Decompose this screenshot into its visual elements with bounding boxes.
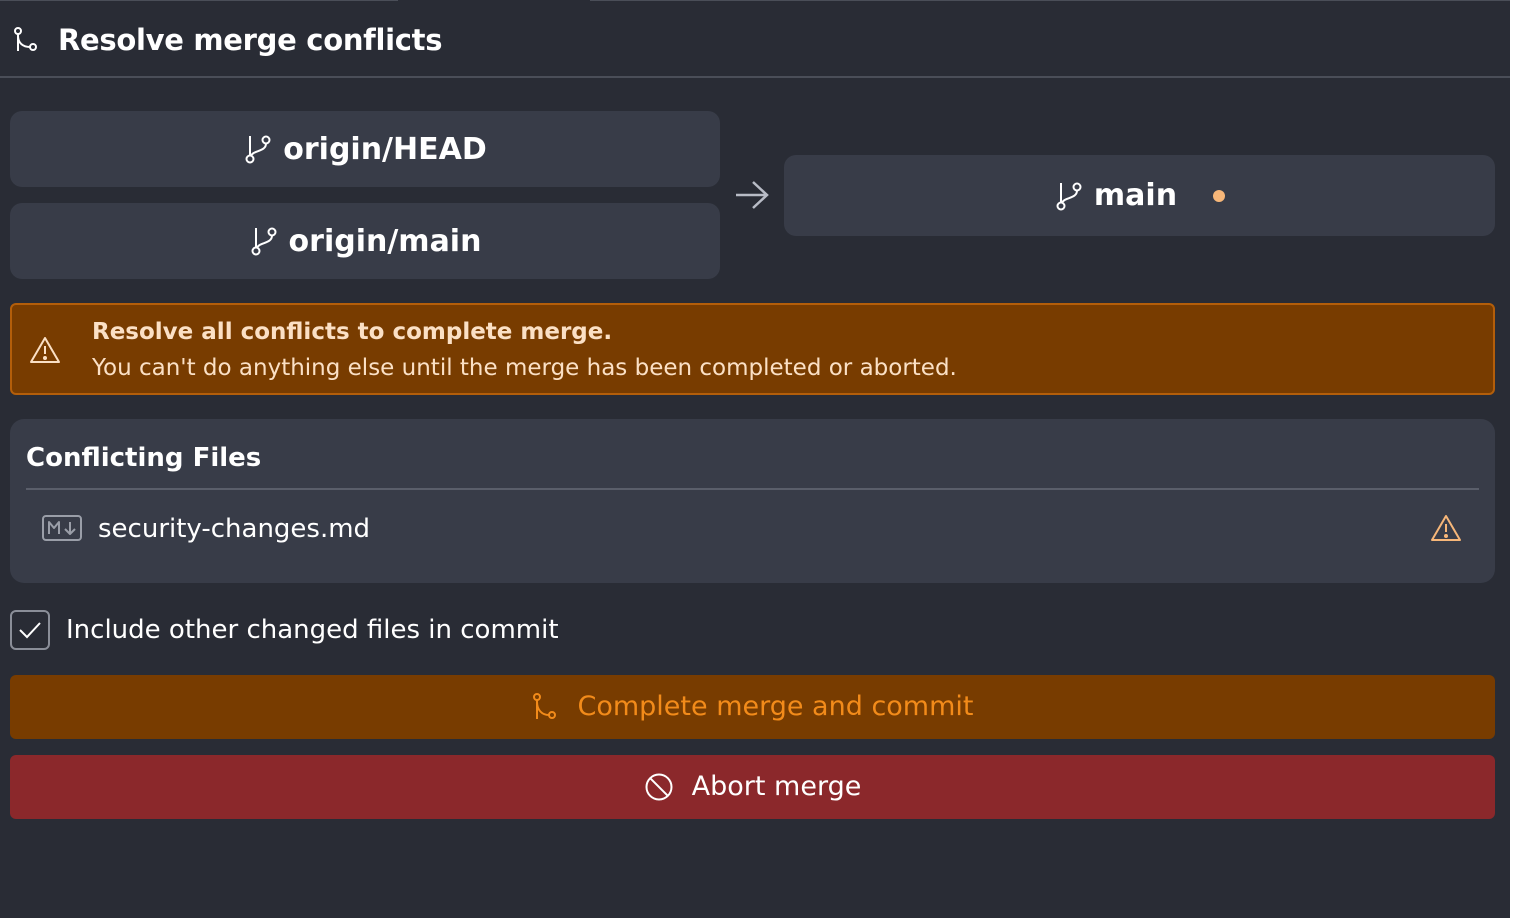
panel-header: Resolve merge conflicts — [0, 0, 1510, 78]
include-changed-files-option: Include other changed files in commit — [10, 610, 559, 650]
git-branch-icon — [251, 227, 277, 256]
modified-indicator-dot — [1213, 189, 1226, 202]
warning-triangle-icon — [1431, 515, 1461, 541]
merge-conflicts-panel: Resolve merge conflicts origin/HEAD orig… — [0, 0, 1510, 918]
markdown-icon — [42, 515, 82, 541]
include-changed-files-checkbox[interactable] — [10, 610, 50, 650]
conflicting-files-title: Conflicting Files — [26, 443, 262, 473]
git-merge-icon — [14, 27, 37, 51]
git-merge-icon — [533, 693, 557, 719]
ban-icon — [645, 773, 673, 801]
complete-merge-label: Complete merge and commit — [577, 691, 974, 722]
warning-triangle-icon — [30, 337, 60, 363]
source-branch-origin-head: origin/HEAD — [10, 111, 720, 187]
warning-title: Resolve all conflicts to complete merge. — [92, 319, 613, 345]
merge-warning-banner: Resolve all conflicts to complete merge.… — [10, 303, 1495, 395]
arrow-right-icon — [736, 181, 769, 209]
git-branch-icon — [245, 135, 271, 164]
branch-label: origin/HEAD — [283, 131, 487, 167]
checkmark-icon — [19, 622, 41, 639]
warning-message: You can't do anything else until the mer… — [92, 355, 957, 381]
file-name: security-changes.md — [98, 514, 371, 544]
abort-merge-button[interactable]: Abort merge — [10, 755, 1495, 819]
git-branch-icon — [1056, 182, 1082, 210]
abort-merge-label: Abort merge — [691, 771, 862, 802]
branch-label: main — [1093, 178, 1178, 213]
page-title: Resolve merge conflicts — [58, 23, 443, 57]
source-branch-origin-main: origin/main — [10, 203, 720, 279]
target-branch-main: main — [784, 155, 1495, 236]
conflict-file-row[interactable]: security-changes.md — [26, 505, 1479, 553]
include-changed-files-label: Include other changed files in commit — [66, 615, 559, 645]
divider — [26, 488, 1479, 490]
complete-merge-button[interactable]: Complete merge and commit — [10, 675, 1495, 739]
conflicting-files-card: Conflicting Files security-changes.md — [10, 419, 1495, 583]
branch-label: origin/main — [288, 223, 482, 259]
